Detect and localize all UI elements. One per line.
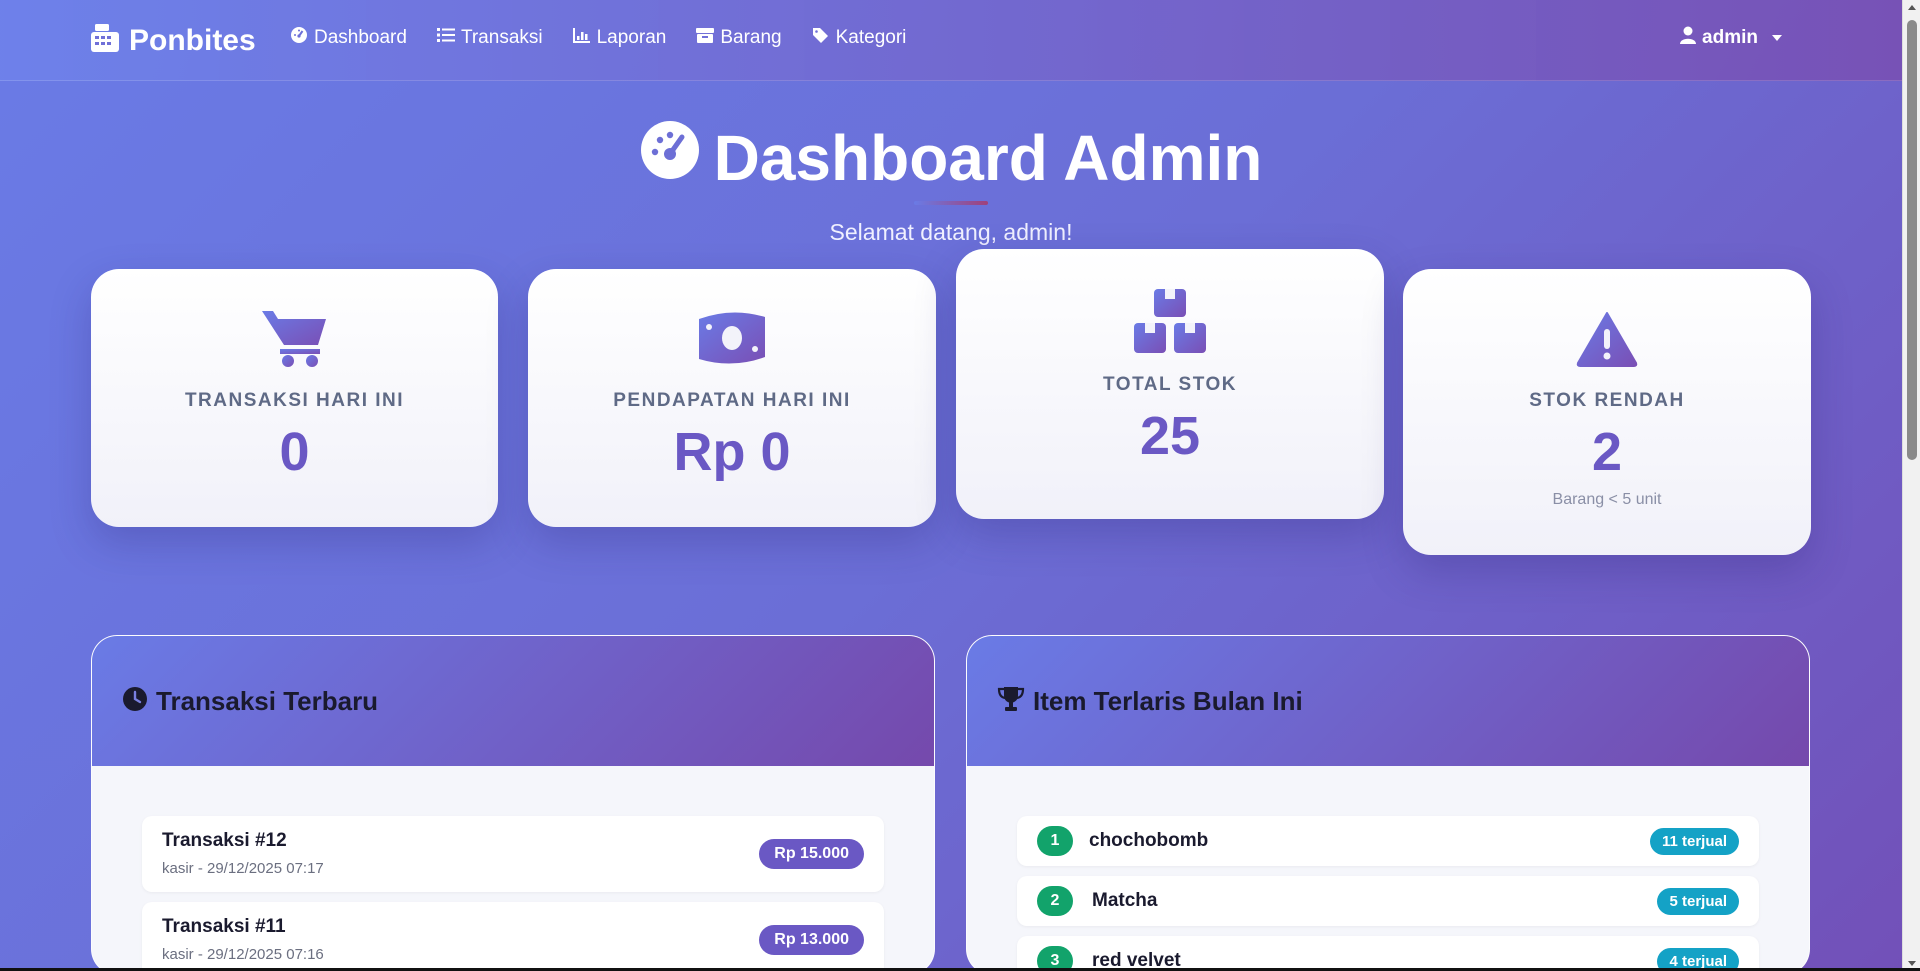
amount-badge: Rp 13.000 [759,925,864,955]
stat-card-pendapatan: PENDAPATAN HARI INI Rp 0 [528,269,936,527]
top-items-panel: Item Terlaris Bulan Ini 1 chochobomb 11 … [966,635,1810,971]
stat-value: 25 [1139,406,1201,466]
clock-icon [122,686,148,717]
rank-badge: 1 [1037,826,1073,856]
stat-label: TOTAL STOK [1103,374,1237,395]
tags-icon [812,27,830,49]
nav-transaksi-label: Transaksi [460,27,543,48]
page-title: Dashboard Admin [640,120,1263,195]
chart-icon [572,27,591,49]
user-name: admin [1702,27,1758,48]
transactions-list: Transaksi #12 kasir - 29/12/2025 07:17 R… [92,766,934,971]
chevron-down-icon [1772,35,1782,41]
user-icon [1680,26,1697,50]
nav-barang-label: Barang [720,27,782,48]
list-item[interactable]: 3 red velvet 4 terjual [1017,936,1759,971]
top-items-list: 1 chochobomb 11 terjual 2 Matcha 5 terju… [967,766,1809,971]
scroll-up-icon[interactable] [1908,5,1916,10]
nav-links: Dashboard Transaksi Laporan Barang Kateg… [290,26,906,50]
boxes-icon [956,289,1384,353]
transaction-meta: kasir - 29/12/2025 07:17 [162,860,324,877]
list-item[interactable]: Transaksi #11 kasir - 29/12/2025 07:16 R… [142,902,884,971]
nav-dashboard-label: Dashboard [314,27,407,48]
rank-badge: 2 [1037,886,1073,916]
list-item[interactable]: 2 Matcha 5 terjual [1017,876,1759,926]
nav-kategori-label: Kategori [835,27,907,48]
sold-badge: 5 terjual [1657,888,1739,915]
stat-card-total-stok: TOTAL STOK 25 [956,249,1384,519]
stat-value: 0 [279,422,310,482]
stat-value: Rp 0 [673,422,791,482]
nav-kategori[interactable]: Kategori [812,26,907,50]
user-menu[interactable]: admin [1680,26,1782,50]
stat-label: PENDAPATAN HARI INI [613,390,851,411]
cart-icon [91,307,498,369]
gauge-icon [640,120,700,195]
panel-header: Item Terlaris Bulan Ini [967,636,1809,766]
money-icon [528,311,936,365]
welcome-text: Selamat datang, admin! [829,219,1073,245]
item-name: Matcha [1092,890,1158,911]
brand-name: Ponbites [129,23,256,57]
panel-title: Transaksi Terbaru [156,685,379,716]
stat-label: STOK RENDAH [1529,390,1685,411]
recent-transactions-panel: Transaksi Terbaru Transaksi #12 kasir - … [91,635,935,971]
transaction-meta: kasir - 29/12/2025 07:16 [162,946,324,963]
amount-badge: Rp 15.000 [759,839,864,869]
box-icon [696,27,715,49]
list-icon [436,27,455,49]
scroll-down-icon[interactable] [1908,961,1916,966]
nav-dashboard[interactable]: Dashboard [290,26,407,50]
title-underline [914,201,988,205]
page-title-text: Dashboard Admin [713,121,1263,194]
stat-note: Barang < 5 unit [1552,491,1662,508]
page-scrollbar[interactable] [1902,0,1920,971]
brand[interactable]: Ponbites [89,22,256,59]
list-item[interactable]: 1 chochobomb 11 terjual [1017,816,1759,866]
gauge-icon [290,26,308,50]
nav-laporan[interactable]: Laporan [572,26,667,50]
page-header: Dashboard Admin Selamat datang, admin! [0,120,1902,246]
navbar: Ponbites Dashboard Transaksi Laporan Bar… [0,0,1902,81]
page: Ponbites Dashboard Transaksi Laporan Bar… [0,0,1902,971]
warning-icon [1403,311,1811,367]
stat-card-stok-rendah: STOK RENDAH 2 Barang < 5 unit [1403,269,1811,555]
sold-badge: 11 terjual [1649,828,1739,855]
cash-register-icon [89,22,121,59]
nav-laporan-label: Laporan [596,27,667,48]
scroll-thumb[interactable] [1907,20,1917,460]
panel-title: Item Terlaris Bulan Ini [1033,685,1303,716]
nav-barang[interactable]: Barang [696,26,782,50]
nav-transaksi[interactable]: Transaksi [436,26,543,50]
item-name: chochobomb [1089,830,1209,851]
trophy-icon [997,686,1025,717]
stat-label: TRANSAKSI HARI INI [184,390,405,411]
stat-card-transaksi: TRANSAKSI HARI INI 0 [91,269,498,527]
panel-header: Transaksi Terbaru [92,636,934,766]
list-item[interactable]: Transaksi #12 kasir - 29/12/2025 07:17 R… [142,816,884,892]
stat-value: 2 [1591,422,1623,482]
